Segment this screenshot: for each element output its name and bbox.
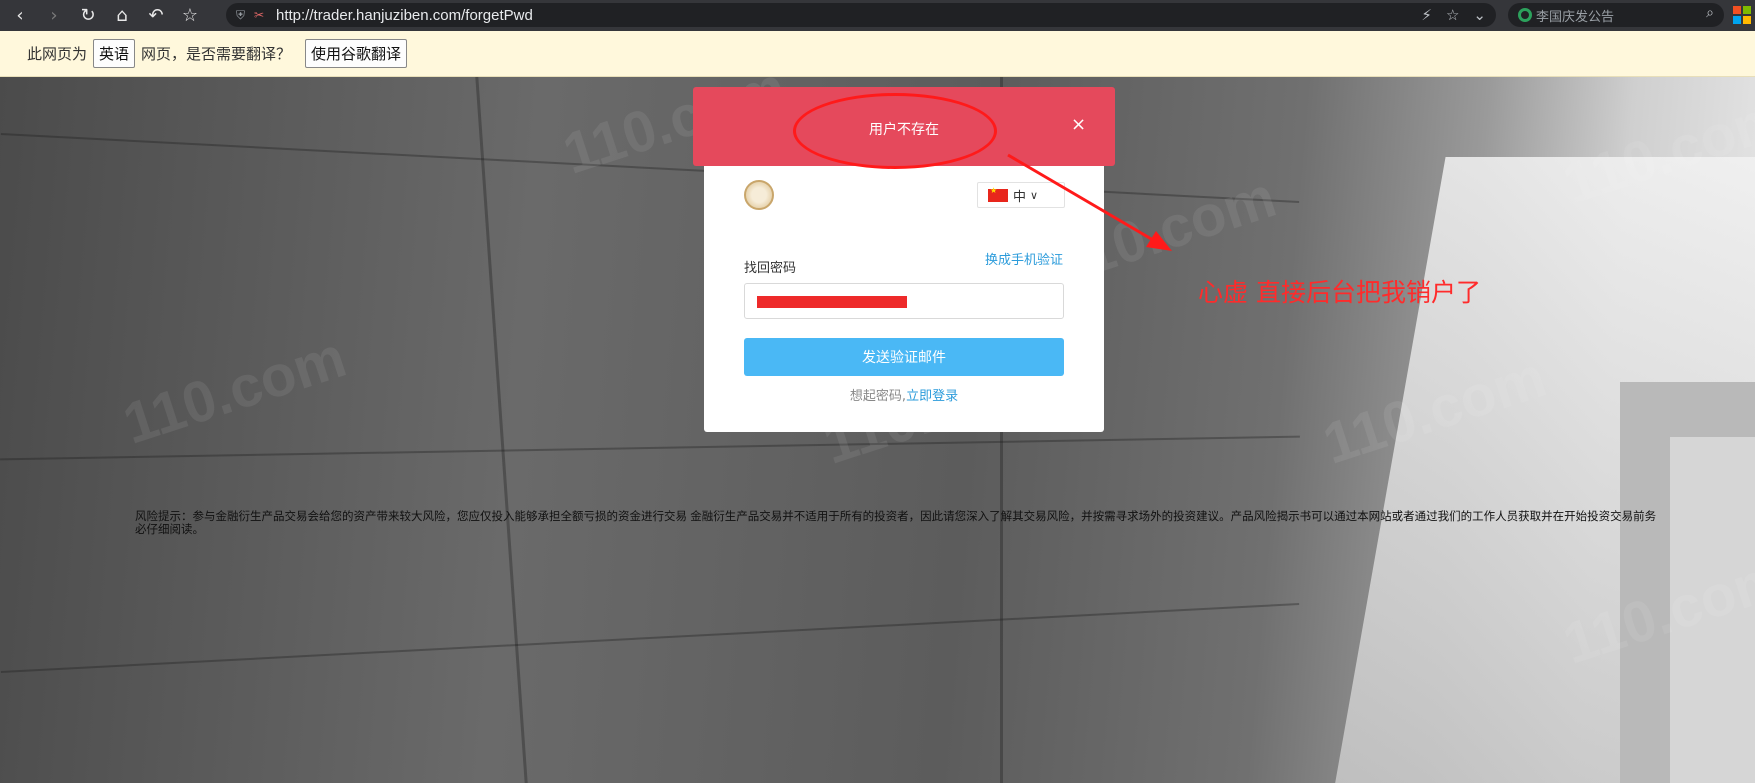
annotation-text: 心虚 直接后台把我销户了 [1198, 278, 1481, 307]
annotation-arrow [1007, 153, 1172, 251]
